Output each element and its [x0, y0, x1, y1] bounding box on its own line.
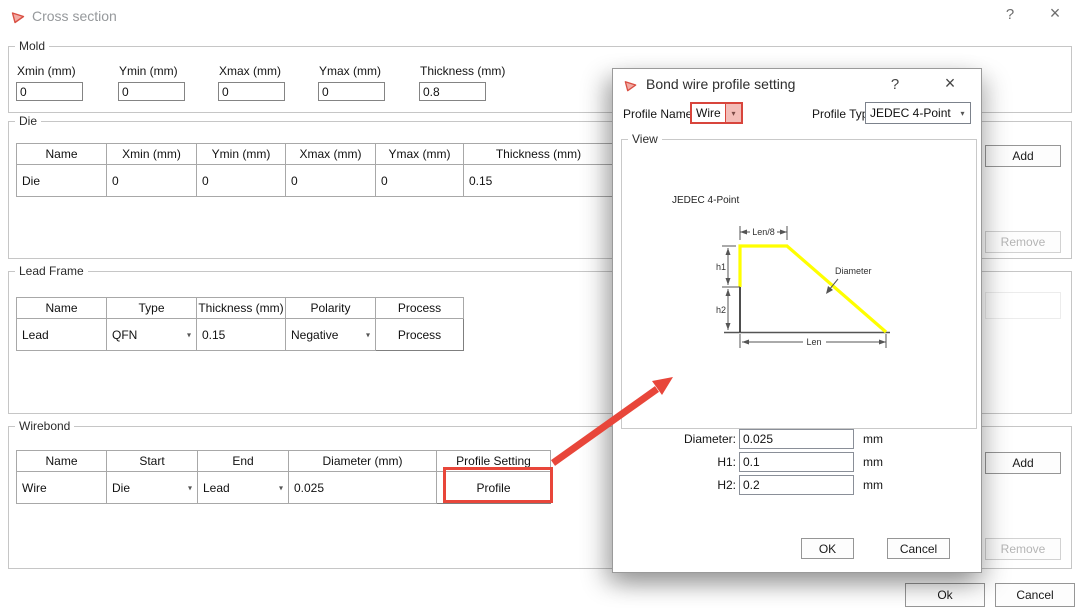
column-header: End — [198, 451, 289, 472]
die-table-row: Die 0 0 0 0 0.15 — [17, 165, 614, 197]
annotation-arrow — [545, 370, 685, 470]
chevron-down-icon[interactable]: ▾ — [955, 103, 970, 123]
mold-xmax-input[interactable] — [218, 82, 285, 101]
chevron-down-icon[interactable]: ▾ — [187, 330, 191, 339]
diameter-unit: mm — [863, 432, 883, 446]
dialog-icon — [623, 78, 638, 93]
dim-len8-label: Len/8 — [752, 227, 775, 237]
leadframe-table-row: Lead QFN ▾ 0.15 Negative ▾ Process — [17, 319, 464, 351]
window-title: Cross section — [32, 8, 117, 24]
column-header: Thickness (mm) — [197, 298, 286, 319]
chevron-down-icon[interactable]: ▾ — [279, 483, 283, 492]
die-add-button[interactable]: Add — [985, 145, 1061, 167]
die-ymin-cell[interactable]: 0 — [197, 165, 286, 197]
wirebond-end-dropdown[interactable]: Lead ▾ — [198, 472, 289, 504]
help-icon[interactable]: ? — [1002, 6, 1018, 24]
dialog-close-icon[interactable]: × — [941, 74, 959, 92]
leadframe-type-dropdown[interactable]: QFN ▾ — [107, 319, 197, 351]
bond-wire-profile-dialog: Bond wire profile setting ? × Profile Na… — [612, 68, 982, 573]
leadframe-thickness-cell[interactable]: 0.15 — [197, 319, 286, 351]
die-thickness-cell[interactable]: 0.15 — [464, 165, 614, 197]
column-header: Start — [107, 451, 198, 472]
profile-name-combobox[interactable]: Wire ▾ — [690, 102, 743, 124]
chevron-down-icon[interactable]: ▾ — [188, 483, 192, 492]
column-header: Name — [17, 298, 107, 319]
mold-xmin-label: Xmin (mm) — [17, 64, 76, 78]
app-icon — [10, 9, 26, 25]
dialog-cancel-button[interactable]: Cancel — [887, 538, 950, 559]
mold-xmax-label: Xmax (mm) — [219, 64, 281, 78]
diameter-input[interactable] — [739, 429, 854, 449]
wirebond-diameter-cell[interactable]: 0.025 — [289, 472, 437, 504]
dialog-help-icon[interactable]: ? — [887, 76, 903, 94]
mold-ymax-label: Ymax (mm) — [319, 64, 381, 78]
die-remove-button[interactable]: Remove — [985, 231, 1061, 253]
h2-input[interactable] — [739, 475, 854, 495]
h1-input[interactable] — [739, 452, 854, 472]
column-header: Name — [17, 144, 107, 165]
mold-legend: Mold — [15, 39, 49, 53]
leadframe-name-cell[interactable]: Lead — [17, 319, 107, 351]
mold-ymin-label: Ymin (mm) — [119, 64, 178, 78]
profile-name-label: Profile Name — [623, 107, 692, 121]
leadframe-process-button[interactable]: Process — [376, 319, 464, 351]
column-header: Name — [17, 451, 107, 472]
die-table: Name Xmin (mm) Ymin (mm) Xmax (mm) Ymax … — [16, 143, 614, 197]
mold-ymin-input[interactable] — [118, 82, 185, 101]
die-name-cell[interactable]: Die — [17, 165, 107, 197]
column-header: Diameter (mm) — [289, 451, 437, 472]
mold-ymax-input[interactable] — [318, 82, 385, 101]
die-xmin-cell[interactable]: 0 — [107, 165, 197, 197]
column-header: Type — [107, 298, 197, 319]
column-header: Ymax (mm) — [376, 144, 464, 165]
h1-unit: mm — [863, 455, 883, 469]
wirebond-add-button[interactable]: Add — [985, 452, 1061, 474]
die-header-row: Name Xmin (mm) Ymin (mm) Xmax (mm) Ymax … — [17, 144, 614, 165]
wirebond-legend: Wirebond — [15, 419, 74, 433]
die-ymax-cell[interactable]: 0 — [376, 165, 464, 197]
die-xmax-cell[interactable]: 0 — [286, 165, 376, 197]
mold-thickness-input[interactable] — [419, 82, 486, 101]
dim-h2-label: h2 — [716, 305, 726, 315]
dialog-title: Bond wire profile setting — [646, 76, 795, 92]
wirebond-start-dropdown[interactable]: Die ▾ — [107, 472, 198, 504]
column-header: Xmax (mm) — [286, 144, 376, 165]
dim-len-label: Len — [806, 337, 821, 347]
column-header: Ymin (mm) — [197, 144, 286, 165]
column-header: Thickness (mm) — [464, 144, 614, 165]
chevron-down-icon[interactable]: ▾ — [366, 330, 370, 339]
profile-type-combobox[interactable]: JEDEC 4-Point ▾ — [865, 102, 971, 124]
wire-profile-path — [740, 246, 886, 332]
main-cancel-button[interactable]: Cancel — [995, 583, 1075, 607]
close-icon[interactable]: × — [1046, 4, 1064, 22]
main-ok-button[interactable]: Ok — [905, 583, 985, 607]
wirebond-name-cell[interactable]: Wire — [17, 472, 107, 504]
mold-xmin-input[interactable] — [16, 82, 83, 101]
leadframe-header-row: Name Type Thickness (mm) Polarity Proces… — [17, 298, 464, 319]
dialog-ok-button[interactable]: OK — [801, 538, 854, 559]
diagram-title: JEDEC 4-Point — [672, 195, 739, 206]
h2-unit: mm — [863, 478, 883, 492]
leadframe-polarity-dropdown[interactable]: Negative ▾ — [286, 319, 376, 351]
column-header: Polarity — [286, 298, 376, 319]
dim-h1-label: h1 — [716, 262, 726, 272]
leadframe-legend: Lead Frame — [15, 264, 88, 278]
cross-section-window: Cross section ? × Mold Xmin (mm) Ymin (m… — [0, 0, 1080, 615]
dim-diameter-label: Diameter — [835, 266, 872, 276]
mold-thickness-label: Thickness (mm) — [420, 64, 505, 78]
column-header: Xmin (mm) — [107, 144, 197, 165]
h2-label: H2: — [616, 478, 736, 492]
die-legend: Die — [15, 114, 41, 128]
leadframe-add-button[interactable] — [985, 292, 1061, 319]
chevron-down-icon[interactable]: ▾ — [725, 104, 741, 122]
wirebond-remove-button[interactable]: Remove — [985, 538, 1061, 560]
column-header: Process — [376, 298, 464, 319]
profile-button-highlight-box — [443, 467, 553, 503]
leadframe-table: Name Type Thickness (mm) Polarity Proces… — [16, 297, 464, 351]
